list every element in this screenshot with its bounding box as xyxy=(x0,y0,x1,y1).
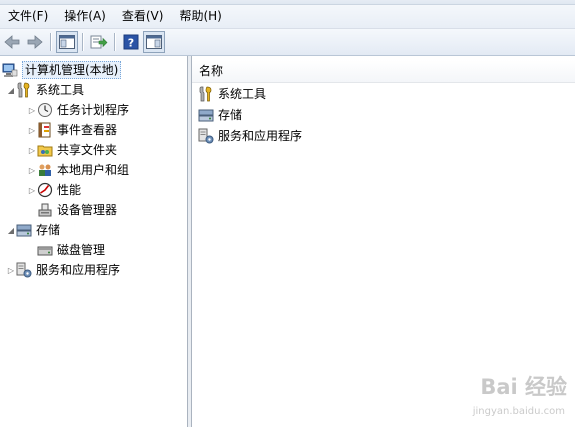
tree-item-storage[interactable]: ◢ 存储 xyxy=(6,220,60,240)
services-icon xyxy=(16,262,32,278)
back-button[interactable] xyxy=(1,31,23,53)
expand-arrow-icon[interactable]: ▷ xyxy=(27,140,37,160)
export-list-button[interactable] xyxy=(88,31,110,53)
shared-folder-icon xyxy=(37,142,53,158)
list-item-label: 系统工具 xyxy=(218,87,267,101)
menu-help[interactable]: 帮助(H) xyxy=(171,5,229,28)
tree-item-label: 任务计划程序 xyxy=(57,103,130,117)
watermark-main: Bai 经验 xyxy=(480,375,567,399)
menu-bar: 文件(F) 操作(A) 查看(V) 帮助(H) xyxy=(0,5,575,29)
baidu-watermark: Bai 经验 jingyan.baidu.com xyxy=(449,371,567,417)
expand-arrow-icon[interactable]: ▷ xyxy=(27,160,37,180)
show-hide-action-pane-button[interactable] xyxy=(143,31,165,53)
menu-file[interactable]: 文件(F) xyxy=(0,5,56,28)
help-button[interactable]: ? xyxy=(120,31,142,53)
forward-icon xyxy=(27,35,43,49)
column-header-label: 名称 xyxy=(199,64,224,78)
tree-item-label: 共享文件夹 xyxy=(57,143,118,157)
back-icon xyxy=(4,35,20,49)
tree-item-label: 本地用户和组 xyxy=(57,163,130,177)
tree-item-event-viewer[interactable]: ▷ 事件查看器 xyxy=(27,120,117,140)
tree-item-label: 计算机管理(本地) xyxy=(22,61,122,79)
show-hide-tree-button[interactable] xyxy=(56,31,78,53)
menu-action[interactable]: 操作(A) xyxy=(56,5,114,28)
navigation-tree[interactable]: 计算机管理(本地) ◢ 系统工具 ▷ 任务计划程序 ▷ 事件查看器 ▷ 共享文件… xyxy=(0,56,188,427)
tree-item-label: 事件查看器 xyxy=(57,123,118,137)
tools-icon xyxy=(198,86,214,102)
tree-item-label: 性能 xyxy=(57,183,82,197)
device-manager-icon xyxy=(37,202,53,218)
toolbar: ? xyxy=(0,29,575,56)
tree-item-performance[interactable]: ▷ 性能 xyxy=(27,180,81,200)
tree-item-label: 存储 xyxy=(36,223,61,237)
show-hide-action-pane-icon xyxy=(146,35,162,49)
tree-item-label: 系统工具 xyxy=(36,83,85,97)
expand-arrow-icon[interactable]: ▷ xyxy=(27,120,37,140)
tools-icon xyxy=(16,82,32,98)
performance-icon xyxy=(37,182,53,198)
users-icon xyxy=(37,162,53,178)
show-hide-tree-icon xyxy=(59,35,75,49)
expand-arrow-icon[interactable]: ▷ xyxy=(27,100,37,120)
toolbar-separator xyxy=(114,33,115,51)
list-item-storage[interactable]: 存储 xyxy=(198,105,242,125)
computer-management-icon xyxy=(2,62,18,78)
tree-item-device-manager[interactable]: 设备管理器 xyxy=(37,200,117,220)
list-item-label: 存储 xyxy=(218,108,243,122)
services-icon xyxy=(198,128,214,144)
toolbar-separator xyxy=(82,33,83,51)
storage-icon xyxy=(16,222,32,238)
column-header-name[interactable]: 名称 xyxy=(192,60,575,83)
expand-arrow-icon[interactable]: ▷ xyxy=(27,180,37,200)
tree-item-task-scheduler[interactable]: ▷ 任务计划程序 xyxy=(27,100,129,120)
collapse-arrow-icon[interactable]: ◢ xyxy=(6,220,16,240)
menu-view[interactable]: 查看(V) xyxy=(114,5,172,28)
expand-arrow-icon[interactable]: ▷ xyxy=(6,260,16,280)
svg-text:?: ? xyxy=(128,37,134,50)
storage-icon xyxy=(198,107,214,123)
clock-icon xyxy=(37,102,53,118)
export-list-icon xyxy=(90,35,108,49)
toolbar-separator xyxy=(50,33,51,51)
tree-item-disk-management[interactable]: 磁盘管理 xyxy=(37,240,105,260)
tree-item-system-tools[interactable]: ◢ 系统工具 xyxy=(6,80,84,100)
tree-item-computer-management[interactable]: 计算机管理(本地) xyxy=(2,60,122,80)
watermark-sub: jingyan.baidu.com xyxy=(472,406,565,417)
tree-item-local-users-groups[interactable]: ▷ 本地用户和组 xyxy=(27,160,129,180)
forward-button[interactable] xyxy=(24,31,46,53)
list-item-label: 服务和应用程序 xyxy=(218,129,303,143)
tree-item-label: 磁盘管理 xyxy=(57,243,106,257)
tree-item-services-applications[interactable]: ▷ 服务和应用程序 xyxy=(6,260,120,280)
disk-icon xyxy=(37,242,53,258)
tree-item-shared-folders[interactable]: ▷ 共享文件夹 xyxy=(27,140,117,160)
event-viewer-icon xyxy=(37,122,53,138)
help-icon: ? xyxy=(123,34,139,50)
list-item-services-applications[interactable]: 服务和应用程序 xyxy=(198,126,302,146)
tree-item-label: 服务和应用程序 xyxy=(36,263,121,277)
tree-item-label: 设备管理器 xyxy=(57,203,118,217)
list-item-system-tools[interactable]: 系统工具 xyxy=(198,84,266,104)
collapse-arrow-icon[interactable]: ◢ xyxy=(6,80,16,100)
